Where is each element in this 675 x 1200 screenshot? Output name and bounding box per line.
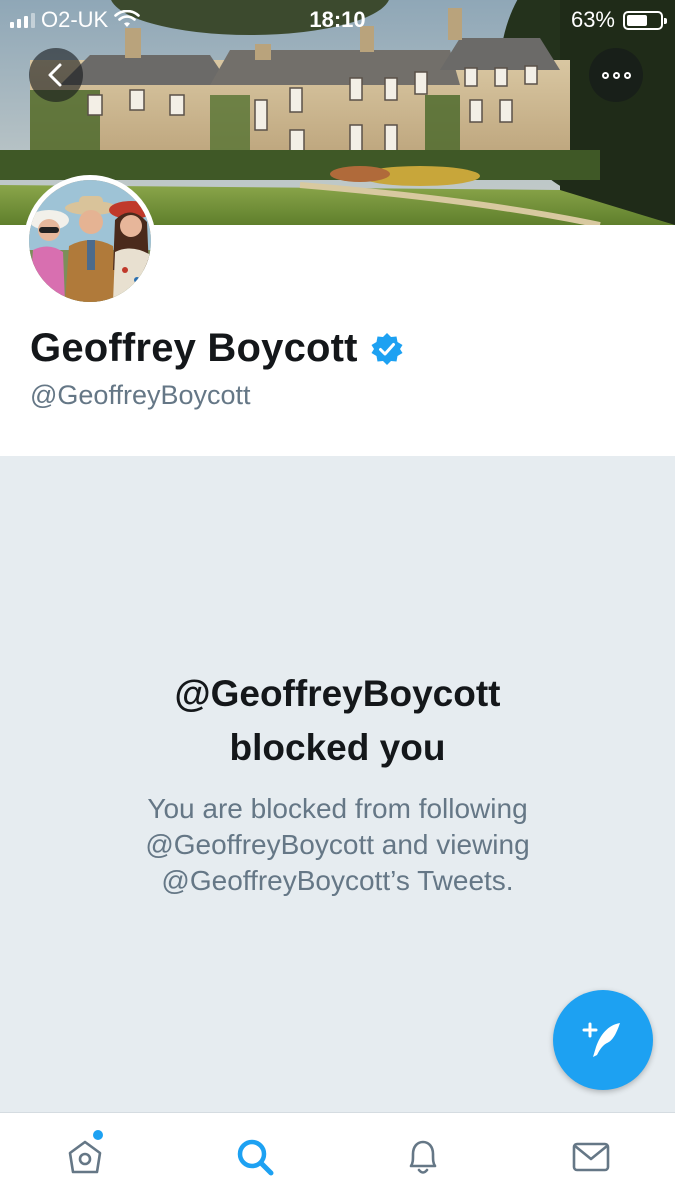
notifications-bell-icon [409,1140,437,1174]
tab-messages[interactable] [567,1133,615,1181]
avatar-photo [29,180,151,302]
blocked-message-title: @GeoffreyBoycott blocked you [0,667,675,775]
tab-notifications[interactable] [399,1133,447,1181]
more-options-icon [601,71,631,79]
blocked-title-handle: @GeoffreyBoycott [174,673,501,714]
compose-tweet-button[interactable] [553,990,653,1090]
tab-search[interactable] [231,1133,279,1181]
battery-level-fill [627,14,648,26]
verified-badge-icon [371,332,403,365]
search-icon [237,1139,274,1176]
battery-percentage: 63% [570,7,615,32]
blocked-desc-line-2: @GeoffreyBoycott and viewing [145,829,530,860]
avatar[interactable] [24,175,156,307]
more-options-button[interactable] [589,48,643,102]
back-button[interactable] [29,48,83,102]
compose-tweet-icon [582,1022,620,1057]
profile-handle: @GeoffreyBoycott [30,380,251,410]
tab-home[interactable] [61,1130,109,1181]
profile-display-name: Geoffrey Boycott [30,326,358,370]
messages-envelope-icon [572,1142,610,1172]
battery-status: 63% [570,7,667,33]
status-bar: O2-UK 18:10 63% [0,0,675,38]
blocked-title-text: blocked you [229,727,446,768]
chevron-left-icon [48,63,62,87]
bottom-tab-bar [0,1112,675,1200]
blocked-desc-line-1: You are blocked from following [147,793,528,824]
home-icon [68,1140,102,1174]
profile-name-row: Geoffrey Boycott [30,326,404,371]
blocked-desc-line-3: @GeoffreyBoycott’s Tweets. [161,865,514,896]
battery-icon [623,10,667,30]
blocked-message-description: You are blocked from following @Geoffrey… [60,791,615,899]
home-new-content-badge [93,1130,103,1140]
